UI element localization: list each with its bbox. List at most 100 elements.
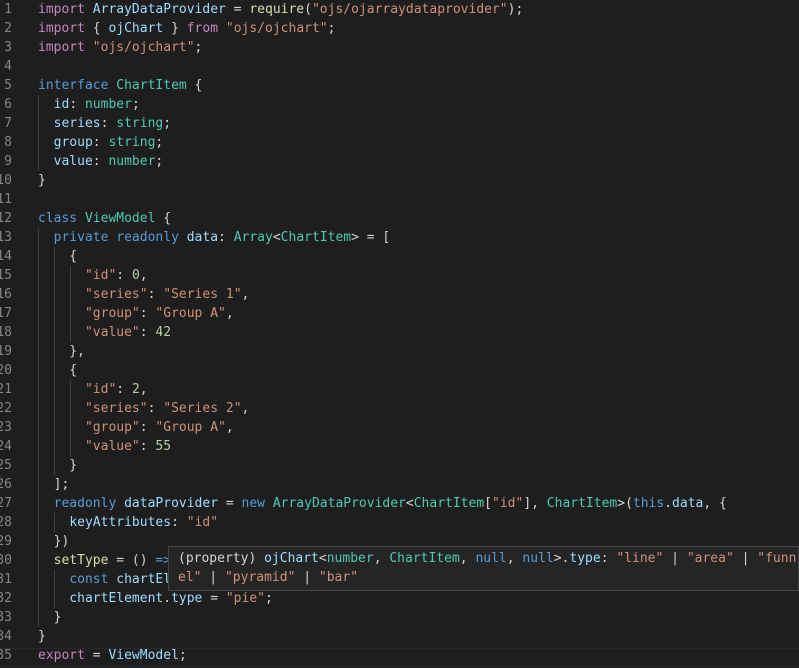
code-line[interactable]: 12 class ViewModel {	[0, 209, 799, 228]
code-token: chartElement	[69, 591, 164, 606]
line-code[interactable]: }	[38, 608, 62, 627]
line-code[interactable]: "group": "Group A",	[38, 304, 234, 323]
line-code[interactable]: readonly dataProvider = new ArrayDataPro…	[38, 494, 727, 513]
line-code[interactable]: setType = () =>	[38, 551, 171, 570]
code-token: string	[116, 116, 164, 131]
code-line[interactable]: 6 id: number;	[0, 95, 799, 114]
line-code[interactable]: series: string;	[38, 114, 171, 133]
line-code[interactable]: import { ojChart } from "ojs/ojchart";	[38, 19, 335, 38]
hover-token: (property)	[178, 551, 265, 566]
hover-token: "pyramid"	[224, 570, 296, 585]
line-code[interactable]: })	[38, 532, 70, 551]
code-token: ;	[194, 40, 203, 55]
code-line[interactable]: 19 },	[0, 342, 799, 361]
code-line[interactable]: 23 "group": "Group A",	[0, 418, 799, 437]
line-code[interactable]: {	[38, 361, 77, 380]
code-line[interactable]: 24 "value": 55	[0, 437, 799, 456]
line-code[interactable]: }	[38, 171, 46, 190]
line-number: 25	[0, 458, 12, 473]
code-line[interactable]: 28 keyAttributes: "id"	[0, 513, 799, 532]
code-token: .	[664, 496, 673, 511]
line-code[interactable]: interface ChartItem {	[38, 76, 202, 95]
code-line[interactable]: 32 chartElement.type = "pie";	[0, 589, 799, 608]
code-token: =	[225, 2, 250, 17]
code-line[interactable]: 16 "series": "Series 1",	[0, 285, 799, 304]
code-line[interactable]: 11	[0, 190, 799, 209]
code-line[interactable]: 17 "group": "Group A",	[0, 304, 799, 323]
code-line[interactable]: 20 {	[0, 361, 799, 380]
line-code[interactable]: value: number;	[38, 152, 164, 171]
line-number: 32	[0, 591, 12, 606]
code-line[interactable]: 15 "id": 0,	[0, 266, 799, 285]
code-line[interactable]: 18 "value": 42	[0, 323, 799, 342]
code-token: }	[38, 629, 46, 644]
code-line[interactable]: 1 import ArrayDataProvider = require("ojs…	[0, 0, 799, 19]
code-token: (	[304, 2, 312, 17]
line-code[interactable]: "value": 42	[38, 323, 171, 342]
code-line[interactable]: 13 private readonly data: Array<ChartIte…	[0, 228, 799, 247]
line-number: 2	[4, 21, 12, 36]
line-number: 12	[0, 211, 12, 226]
line-code[interactable]: const chartEl	[38, 570, 171, 589]
line-code[interactable]: "value": 55	[38, 437, 171, 456]
line-code[interactable]: chartElement.type = "pie";	[38, 589, 273, 608]
line-code[interactable]: "group": "Group A",	[38, 418, 234, 437]
line-code[interactable]: keyAttributes: "id"	[38, 513, 218, 532]
line-code[interactable]: import ArrayDataProvider = require("ojs/…	[38, 0, 523, 19]
line-code[interactable]: private readonly data: Array<ChartItem> …	[38, 228, 391, 247]
code-line[interactable]: 33 }	[0, 608, 799, 627]
hover-token: |	[201, 570, 225, 585]
code-line[interactable]: 14 {	[0, 247, 799, 266]
code-token: :	[171, 515, 187, 530]
code-line[interactable]: 2 import { ojChart } from "ojs/ojchart";	[0, 19, 799, 38]
code-token: :	[116, 382, 132, 397]
code-line[interactable]: 21 "id": 2,	[0, 380, 799, 399]
code-line[interactable]: 3 import "ojs/ojchart";	[0, 38, 799, 57]
line-code[interactable]: import "ojs/ojchart";	[38, 38, 202, 57]
code-token: 0	[131, 268, 140, 283]
code-token: string	[108, 135, 156, 150]
code-token: ChartItem	[280, 230, 352, 245]
code-token: "pie"	[225, 591, 265, 606]
code-line[interactable]: 25 }	[0, 456, 799, 475]
code-token: Array	[233, 230, 273, 245]
code-line[interactable]: 7 series: string;	[0, 114, 799, 133]
hover-token: "line"	[616, 551, 664, 566]
code-token: :	[100, 116, 117, 131]
code-token: number	[84, 97, 132, 112]
code-token: ;	[163, 116, 172, 131]
code-token: readonly	[53, 496, 125, 511]
line-code[interactable]: ];	[38, 475, 70, 494]
line-code[interactable]: }	[38, 456, 77, 475]
code-token: "series"	[84, 287, 148, 302]
line-code[interactable]: },	[38, 342, 85, 361]
code-line[interactable]: 22 "series": "Series 2",	[0, 399, 799, 418]
code-line[interactable]: 9 value: number;	[0, 152, 799, 171]
code-token: export	[38, 648, 93, 663]
line-code[interactable]: {	[38, 247, 77, 266]
code-line[interactable]: 4	[0, 57, 799, 76]
code-line[interactable]: 35 export = ViewModel;	[0, 646, 799, 665]
code-line[interactable]: 27 readonly dataProvider = new ArrayData…	[0, 494, 799, 513]
code-token: "ojs/ojarraydataprovider"	[311, 2, 508, 17]
code-token: :	[92, 135, 109, 150]
code-token: ,	[139, 382, 148, 397]
hover-line: (property) ojChart<number, ChartItem, nu…	[178, 549, 796, 568]
line-number: 30	[0, 553, 12, 568]
code-line[interactable]: 26 ];	[0, 475, 799, 494]
line-code[interactable]: export = ViewModel;	[38, 646, 187, 665]
hover-token: ChartItem	[389, 551, 460, 566]
line-code[interactable]: class ViewModel {	[38, 209, 171, 228]
code-line[interactable]: 5 interface ChartItem {	[0, 76, 799, 95]
indent-guide	[70, 380, 71, 456]
code-line[interactable]: 8 group: string;	[0, 133, 799, 152]
line-code[interactable]: }	[38, 627, 46, 646]
hover-token: |	[663, 551, 687, 566]
code-line[interactable]: 34}	[0, 627, 799, 646]
code-line[interactable]: 10}	[0, 171, 799, 190]
line-code[interactable]: group: string;	[38, 133, 164, 152]
line-code[interactable]: id: number;	[38, 95, 140, 114]
